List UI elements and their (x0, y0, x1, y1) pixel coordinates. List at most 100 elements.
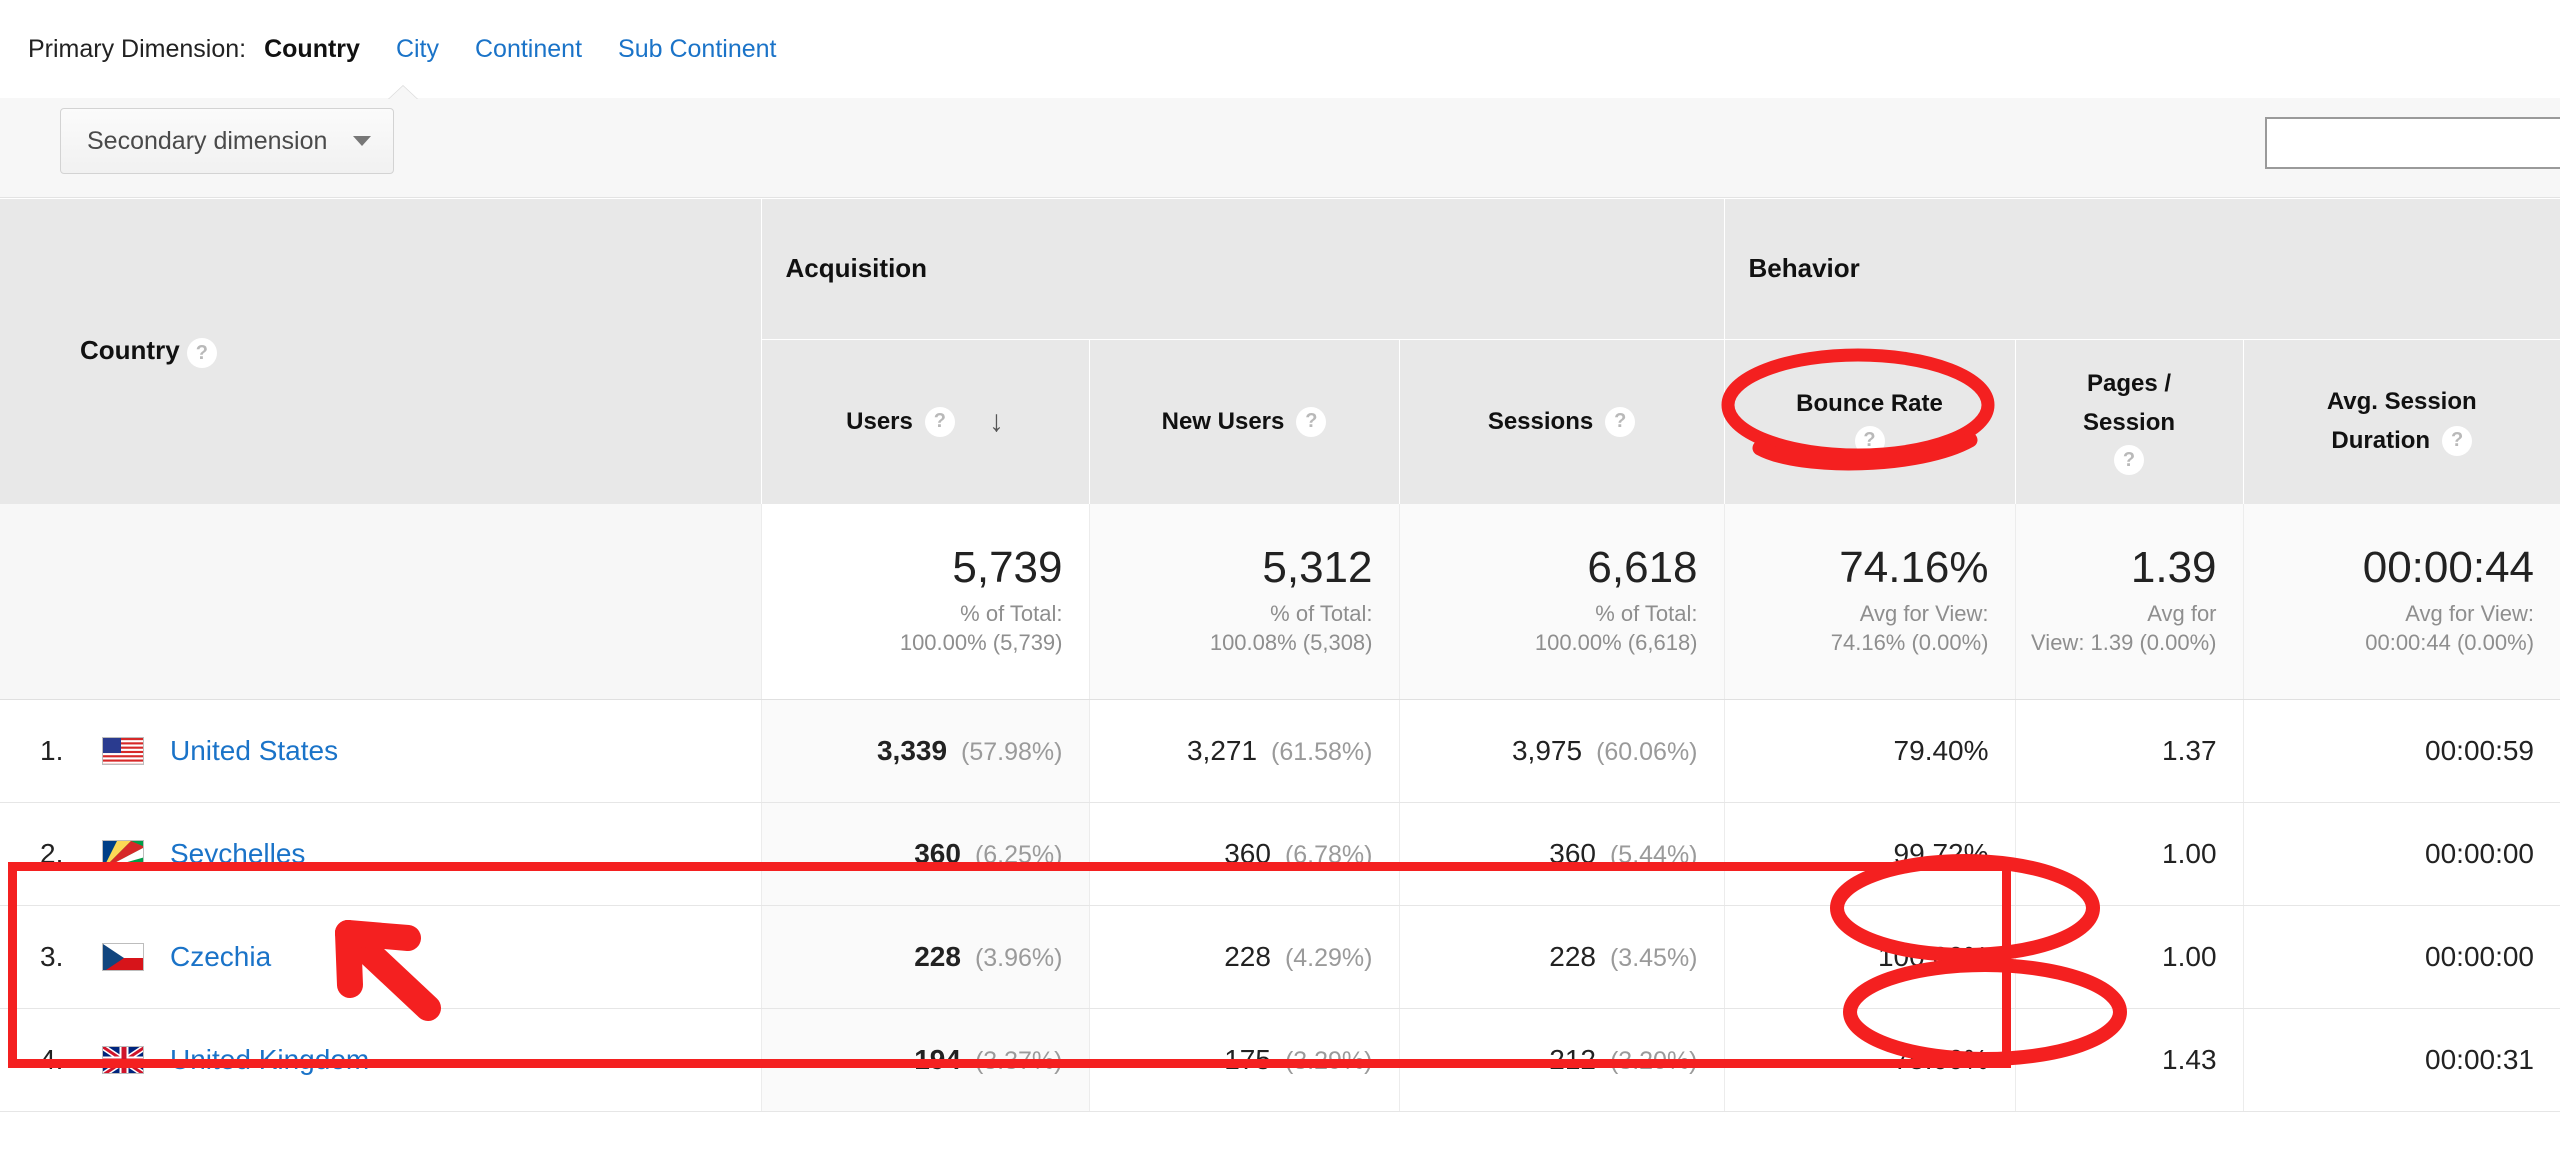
row-pages-session-value: 1.43 (2162, 1043, 2217, 1075)
secondary-dimension-button[interactable]: Secondary dimension (60, 108, 395, 174)
column-header-bounce-rate-label: Bounce Rate (1796, 389, 1943, 417)
help-question-icon[interactable]: ? (2114, 445, 2145, 476)
row-avg-duration-value: 00:00:59 (2425, 734, 2535, 766)
row-country-link[interactable]: Seychelles (170, 838, 305, 870)
row-rank: 4. (40, 1043, 64, 1075)
column-header-avg-session-duration[interactable]: Avg. Session Duration ? (2243, 339, 2560, 504)
summary-cell-sessions: 6,618 % of Total: 100.00% (6,618) (1399, 504, 1725, 700)
column-header-new-users-label: New Users (1161, 407, 1285, 435)
row-sessions-cell: 212 (3.20%) (1399, 1008, 1725, 1112)
table-row[interactable]: 1. United States 3,339 (57.98%) 3,271 (61.… (0, 699, 2560, 803)
row-users-pct: (3.37%) (974, 1046, 1063, 1075)
primary-dimension-sub-continent[interactable]: Sub Continent (618, 35, 776, 64)
column-header-bounce-rate[interactable]: Bounce Rate ? (1724, 339, 2016, 504)
row-sessions-value: 212 (1549, 1043, 1596, 1075)
primary-dimension-country[interactable]: Country (264, 35, 360, 64)
row-bounce-rate-cell: 79.40% (1724, 699, 2016, 803)
active-dimension-caret-icon (388, 86, 418, 100)
summary-avg-duration-value: 00:00:44 (2362, 542, 2535, 592)
row-users-cell: 360 (6.25%) (761, 802, 1090, 906)
help-question-icon[interactable]: ? (1854, 425, 1885, 456)
row-new-users-cell: 175 (3.29%) (1089, 1008, 1400, 1112)
row-new-users-pct: (4.29%) (1284, 943, 1373, 972)
row-new-users-value: 360 (1224, 837, 1271, 869)
table-row[interactable]: 3. Czechia 228 (3.96%) 228 (4.29%) 228 (3.4… (0, 905, 2560, 1009)
column-header-new-users[interactable]: New Users ? (1089, 339, 1400, 504)
row-users-cell: 194 (3.37%) (761, 1008, 1090, 1112)
help-question-icon[interactable]: ? (1296, 406, 1327, 437)
row-bounce-rate-cell: 75.00% (1724, 1008, 2016, 1112)
row-bounce-rate-value: 99.72% (1893, 837, 1989, 869)
row-sessions-value: 3,975 (1511, 734, 1583, 766)
row-sessions-pct: (60.06%) (1596, 737, 1698, 766)
row-users-value: 194 (914, 1043, 961, 1075)
row-country-cell: 3. Czechia (0, 905, 762, 1009)
row-sessions-value: 360 (1549, 837, 1596, 869)
summary-pages-session-value: 1.39 (2130, 542, 2217, 592)
column-header-pages-session[interactable]: Pages / Session ? (2015, 339, 2244, 504)
row-avg-duration-cell: 00:00:00 (2243, 802, 2560, 906)
column-header-avg-duration-line1: Avg. Session (2326, 388, 2477, 416)
row-pages-session-cell: 1.00 (2015, 905, 2244, 1009)
row-pages-session-value: 1.00 (2162, 837, 2217, 869)
table-row[interactable]: 2. Seychelles 360 (6.25%) 360 (6.78%) 360 (… (0, 802, 2560, 906)
column-header-country-label: Country (80, 334, 180, 365)
flag-united-kingdom-icon (102, 1045, 144, 1074)
row-bounce-rate-value: 100.00% (1877, 940, 1989, 972)
primary-dimension-continent[interactable]: Continent (475, 35, 582, 64)
flag-czechia-icon (102, 942, 144, 971)
row-sessions-pct: (5.44%) (1609, 840, 1698, 869)
row-country-link[interactable]: Czechia (170, 941, 271, 973)
help-question-icon[interactable]: ? (924, 406, 955, 437)
row-country-link[interactable]: United States (170, 735, 338, 767)
row-bounce-rate-value: 79.40% (1893, 734, 1989, 766)
analytics-table: Country ? Acquisition Behavior Users ? ↓ (0, 199, 2560, 1112)
row-avg-duration-cell: 00:00:31 (2243, 1008, 2560, 1112)
summary-sessions-value: 6,618 (1587, 542, 1698, 592)
column-header-users[interactable]: Users ? ↓ (761, 339, 1090, 504)
row-sessions-value: 228 (1549, 940, 1596, 972)
help-question-icon[interactable]: ? (1605, 406, 1636, 437)
row-users-cell: 228 (3.96%) (761, 905, 1090, 1009)
group-header-behavior-label: Behavior (1748, 253, 1860, 284)
primary-dimension-label: Primary Dimension: (28, 34, 247, 63)
table-row[interactable]: 4. United Kingdom 194 (3.37%) 175 (3.29%) … (0, 1008, 2560, 1112)
row-country-cell: 2. Seychelles (0, 802, 762, 906)
summary-pages-session-sub1: Avg for (2147, 600, 2217, 626)
summary-bounce-rate-sub2: 74.16% (0.00%) (1830, 629, 1989, 655)
column-header-sessions-label: Sessions (1487, 407, 1594, 435)
summary-pages-session-sub2: View: 1.39 (0.00%) (2031, 629, 2217, 655)
summary-cell-avg-duration: 00:00:44 Avg for View: 00:00:44 (0.00%) (2243, 504, 2560, 700)
row-pages-session-cell: 1.37 (2015, 699, 2244, 803)
summary-bounce-rate-sub1: Avg for View: (1859, 600, 1989, 626)
column-header-country[interactable]: Country ? (0, 199, 762, 504)
primary-dimension-bar: Primary Dimension: Country City Continen… (0, 0, 2560, 98)
summary-avg-duration-sub2: 00:00:44 (0.00%) (2365, 629, 2535, 655)
row-sessions-cell: 3,975 (60.06%) (1399, 699, 1725, 803)
summary-new-users-sub2: 100.08% (5,308) (1209, 629, 1373, 655)
primary-dimension-city[interactable]: City (396, 35, 439, 64)
row-rank: 3. (40, 940, 64, 972)
row-pages-session-cell: 1.43 (2015, 1008, 2244, 1112)
column-header-pages-session-line2: Session (2082, 408, 2176, 436)
help-question-icon[interactable]: ? (2442, 425, 2473, 456)
summary-avg-duration-sub1: Avg for View: (2405, 600, 2535, 626)
row-country-link[interactable]: United Kingdom (170, 1044, 369, 1076)
summary-users-sub1: % of Total: (960, 600, 1063, 626)
row-new-users-value: 175 (1224, 1043, 1271, 1075)
secondary-dimension-label: Secondary dimension (87, 126, 328, 155)
row-avg-duration-value: 00:00:00 (2425, 940, 2535, 972)
summary-row: 5,739 % of Total: 100.00% (5,739) 5,312 … (0, 504, 2560, 700)
row-rank: 2. (40, 837, 64, 869)
row-new-users-pct: (6.78%) (1284, 840, 1373, 869)
search-input[interactable] (2265, 117, 2560, 169)
column-header-sessions[interactable]: Sessions ? (1399, 339, 1725, 504)
row-bounce-rate-value: 75.00% (1893, 1043, 1989, 1075)
row-sessions-cell: 360 (5.44%) (1399, 802, 1725, 906)
row-pages-session-value: 1.37 (2162, 734, 2217, 766)
help-question-icon[interactable]: ? (186, 338, 217, 369)
row-users-pct: (3.96%) (974, 943, 1063, 972)
row-new-users-cell: 228 (4.29%) (1089, 905, 1400, 1009)
row-users-value: 228 (914, 940, 961, 972)
row-users-pct: (57.98%) (961, 737, 1063, 766)
